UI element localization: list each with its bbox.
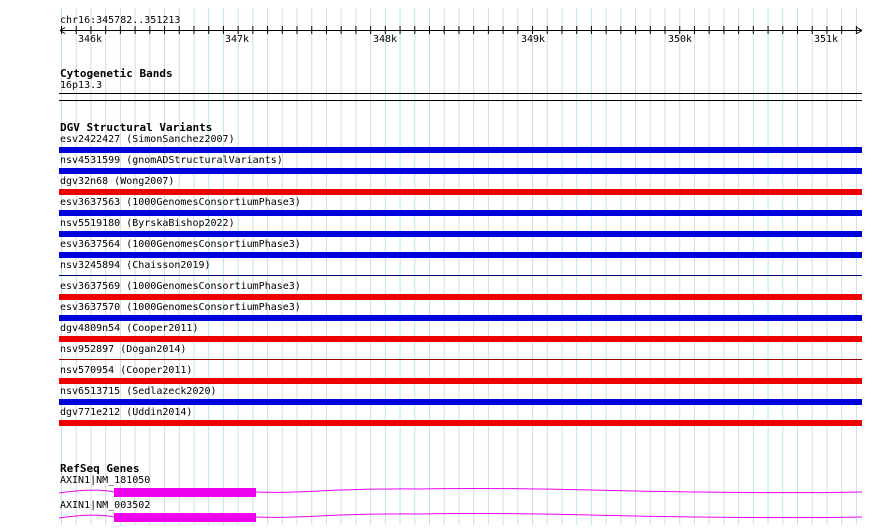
gene-exon-block: [114, 513, 256, 522]
cytoband-track-title[interactable]: Cytogenetic Bands: [60, 67, 173, 80]
variant-label[interactable]: nsv3245894 (Chaisson2019): [60, 260, 211, 272]
variant-label[interactable]: esv3637563 (1000GenomesConsortiumPhase3): [60, 197, 301, 209]
variant-bar[interactable]: [59, 147, 862, 153]
variant-bar[interactable]: [59, 168, 862, 174]
ruler-tick-label: 347k: [224, 34, 250, 45]
variant-bar[interactable]: [59, 252, 862, 258]
variant-bar[interactable]: [59, 294, 862, 300]
variant-label[interactable]: nsv4531599 (gnomADStructuralVariants): [60, 155, 283, 167]
gene-exon-block: [114, 488, 256, 497]
variant-label[interactable]: esv2422427 (SimonSanchez2007): [60, 134, 235, 146]
genome-browser-panel: chr16:345782..351213 346k 347k 348k 349k 350…: [0, 0, 890, 529]
gene-label[interactable]: AXIN1|NM_181050: [60, 475, 150, 487]
variant-bar[interactable]: [59, 359, 862, 360]
variant-bar[interactable]: [59, 189, 862, 195]
variant-label[interactable]: nsv952897 (Dogan2014): [60, 344, 186, 356]
gene-label[interactable]: AXIN1|NM_003502: [60, 500, 150, 512]
variant-label[interactable]: dgv4809n54 (Cooper2011): [60, 323, 198, 335]
variant-bar[interactable]: [59, 315, 862, 321]
variant-label[interactable]: esv3637570 (1000GenomesConsortiumPhase3): [60, 302, 301, 314]
ruler-tick-label: 350k: [667, 34, 693, 45]
dgv-track-title[interactable]: DGV Structural Variants: [60, 121, 212, 134]
variant-bar[interactable]: [59, 378, 862, 384]
locus-label: chr16:345782..351213: [60, 15, 181, 26]
variant-bar[interactable]: [59, 336, 862, 342]
variant-bar[interactable]: [59, 399, 862, 405]
variant-label[interactable]: nsv570954 (Cooper2011): [60, 365, 192, 377]
variant-label[interactable]: dgv771e212 (Uddin2014): [60, 407, 192, 419]
variant-bar[interactable]: [59, 275, 862, 276]
variant-label[interactable]: esv3637564 (1000GenomesConsortiumPhase3): [60, 239, 301, 251]
ruler-tick-label: 349k: [520, 34, 546, 45]
ruler-tick-label: 351k: [813, 34, 839, 45]
cytoband-label[interactable]: 16p13.3: [60, 80, 102, 92]
ruler-tick-label: 346k: [77, 34, 103, 45]
variant-bar[interactable]: [59, 231, 862, 237]
variant-label[interactable]: esv3637569 (1000GenomesConsortiumPhase3): [60, 281, 301, 293]
variant-label[interactable]: nsv6513715 (Sedlazeck2020): [60, 386, 217, 398]
refseq-track-title[interactable]: RefSeq Genes: [60, 462, 139, 475]
variant-label[interactable]: nsv5519180 (ByrskaBishop2022): [60, 218, 235, 230]
variant-bar[interactable]: [59, 210, 862, 216]
variant-bar[interactable]: [59, 420, 862, 426]
ruler-tick-label: 348k: [372, 34, 398, 45]
variant-label[interactable]: dgv32n68 (Wong2007): [60, 176, 174, 188]
